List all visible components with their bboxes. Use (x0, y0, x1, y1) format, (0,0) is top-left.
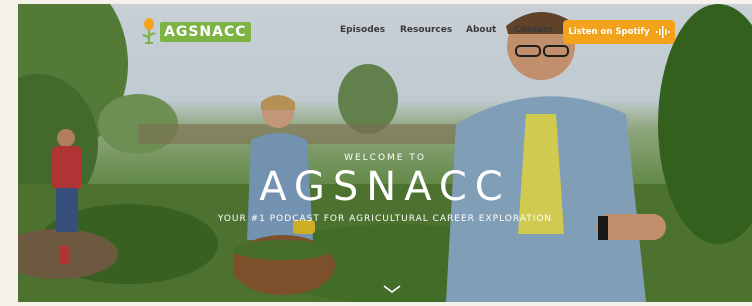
welcome-text: WELCOME TO (344, 153, 426, 163)
brand-logo[interactable]: AGSNACC (142, 18, 251, 46)
listen-on-spotify-button[interactable]: Listen on Spotify (563, 20, 675, 44)
brand-name: AGSNACC (160, 22, 251, 42)
nav-about[interactable]: About (466, 25, 496, 35)
chevron-down-icon[interactable] (382, 284, 402, 294)
listen-on-spotify-label: Listen on Spotify (568, 27, 650, 37)
nav-episodes[interactable]: Episodes (340, 25, 385, 35)
hero-tagline: YOUR #1 PODCAST FOR AGRICULTURAL CAREER … (217, 214, 553, 224)
nav-resources[interactable]: Resources (400, 25, 452, 35)
hero-title: AGSNACC (259, 164, 511, 210)
nav-contact[interactable]: Contact (514, 25, 553, 35)
microphone-sprout-icon (142, 18, 156, 44)
hero-banner: AGSNACC Episodes Resources About Contact… (18, 4, 752, 302)
soundwave-icon (655, 26, 670, 38)
